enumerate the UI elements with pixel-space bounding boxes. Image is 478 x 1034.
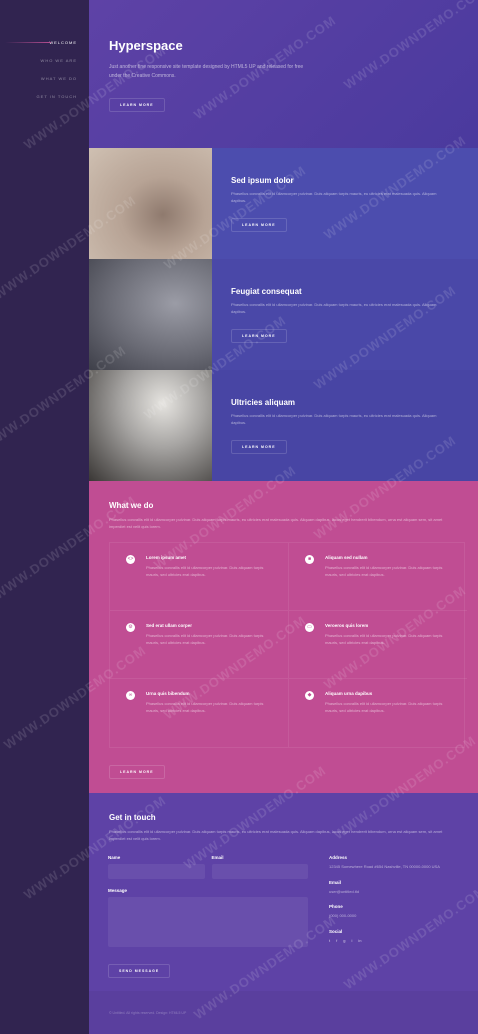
feature-title: Aliquam sed nullam bbox=[325, 555, 368, 560]
feature-text: Phasellus convallis elit id ullamcorper … bbox=[146, 565, 264, 577]
feature-title: Urna quis bibendum bbox=[146, 691, 190, 696]
desktop-icon: ▭ bbox=[305, 623, 314, 632]
address-text: 12345 Somewhere Road #654 Nashville, TN … bbox=[329, 864, 440, 869]
spotlight-learn-more-button[interactable]: Learn more bbox=[231, 329, 287, 343]
feature-title: Aliquam urna dapibus bbox=[325, 691, 373, 696]
sidebar: Welcome Who we are What we do Get in tou… bbox=[0, 0, 89, 1034]
instagram-icon[interactable]: i bbox=[351, 938, 352, 943]
twitter-icon[interactable]: t bbox=[329, 938, 330, 943]
footer: © Untitled. All rights reserved. Design:… bbox=[89, 991, 478, 1034]
footer-copyright: © Untitled. All rights reserved. Design:… bbox=[109, 1011, 187, 1015]
linkedin-icon[interactable]: in bbox=[358, 938, 361, 943]
spotlight-item: Sed ipsum dolor Phasellus convallis elit… bbox=[89, 148, 478, 259]
intro-text: Just another fine responsive site templa… bbox=[109, 64, 304, 79]
spotlight-item: Feugiat consequat Phasellus convallis el… bbox=[89, 259, 478, 370]
email-label: Email bbox=[211, 855, 224, 860]
feature-title: Veroeros quis lorem bbox=[325, 623, 369, 628]
phone-label: Phone bbox=[329, 904, 343, 909]
gem-icon: ◆ bbox=[305, 691, 314, 700]
feature-item: ⚙ Sed erat ullam corper Phasellus conval… bbox=[110, 611, 289, 679]
section-text: Phasellus convallis elit id ullamcorper … bbox=[109, 517, 443, 529]
lock-icon: ■ bbox=[305, 555, 314, 564]
section-title: What we do bbox=[109, 501, 154, 510]
email-info-label: Email bbox=[329, 879, 342, 885]
section-title: Get in touch bbox=[109, 813, 156, 822]
feature-text: Phasellus convallis elit id ullamcorper … bbox=[146, 633, 264, 645]
phone-text: (000) 000-0000 bbox=[329, 913, 357, 918]
spotlight-title: Ultricies aliquam bbox=[231, 398, 296, 407]
github-icon[interactable]: g bbox=[343, 938, 345, 943]
spotlight-title: Feugiat consequat bbox=[231, 287, 302, 296]
code-icon: <> bbox=[126, 555, 135, 564]
feature-title: Sed erat ullam corper bbox=[146, 623, 193, 628]
sidebar-item-welcome[interactable]: Welcome bbox=[4, 40, 77, 45]
feature-item: ■ Aliquam sed nullam Phasellus convallis… bbox=[289, 543, 467, 611]
intro-learn-more-button[interactable]: Learn more bbox=[109, 98, 165, 112]
feature-item: <> Lorem ipsum amet Phasellus convallis … bbox=[110, 543, 289, 611]
email-link[interactable]: user@untitled.tld bbox=[329, 889, 449, 896]
section-text: Phasellus convallis elit id ullamcorper … bbox=[109, 829, 443, 841]
spotlight-learn-more-button[interactable]: Learn more bbox=[231, 440, 287, 454]
name-field[interactable] bbox=[108, 864, 205, 879]
feature-text: Phasellus convallis elit id ullamcorper … bbox=[325, 633, 443, 645]
spotlights-section: Sed ipsum dolor Phasellus convallis elit… bbox=[89, 148, 478, 481]
feature-item: ▭ Veroeros quis lorem Phasellus convalli… bbox=[289, 611, 467, 679]
social-links: t f g i in bbox=[329, 938, 449, 943]
address-label: Address bbox=[329, 855, 348, 860]
main-content: Hyperspace Just another fine responsive … bbox=[89, 0, 478, 1034]
message-label: Message bbox=[108, 888, 128, 893]
feature-text: Phasellus convallis elit id ullamcorper … bbox=[146, 701, 264, 713]
spotlight-text: Phasellus convallis elit id ullamcorper … bbox=[231, 302, 437, 314]
feature-text: Phasellus convallis elit id ullamcorper … bbox=[325, 565, 443, 577]
what-we-do-learn-more-button[interactable]: Learn more bbox=[109, 765, 165, 779]
sidebar-nav: Welcome Who we are What we do Get in tou… bbox=[4, 40, 77, 112]
link-icon: ∞ bbox=[126, 691, 135, 700]
spotlight-text: Phasellus convallis elit id ullamcorper … bbox=[231, 413, 437, 425]
spotlight-image[interactable] bbox=[89, 370, 212, 481]
social-label: Social bbox=[329, 928, 343, 934]
feature-text: Phasellus convallis elit id ullamcorper … bbox=[325, 701, 443, 713]
contact-form: Name Email Message Send Message bbox=[108, 855, 308, 978]
spotlight-image[interactable] bbox=[89, 148, 212, 259]
spotlight-learn-more-button[interactable]: Learn more bbox=[231, 218, 287, 232]
email-field[interactable] bbox=[211, 864, 308, 879]
name-label: Name bbox=[108, 855, 121, 860]
sidebar-item-get-in-touch[interactable]: Get in touch bbox=[37, 94, 77, 99]
contact-section: Get in touch Phasellus convallis elit id… bbox=[89, 793, 478, 991]
feature-item: ◆ Aliquam urna dapibus Phasellus convall… bbox=[289, 679, 467, 747]
cog-icon: ⚙ bbox=[126, 623, 135, 632]
spotlight-title: Sed ipsum dolor bbox=[231, 176, 294, 185]
contact-info: Address 12345 Somewhere Road #654 Nashvi… bbox=[329, 855, 449, 943]
sidebar-item-who-we-are[interactable]: Who we are bbox=[37, 58, 77, 63]
sidebar-item-what-we-do[interactable]: What we do bbox=[37, 76, 77, 81]
features-grid: <> Lorem ipsum amet Phasellus convallis … bbox=[109, 542, 467, 748]
facebook-icon[interactable]: f bbox=[336, 938, 337, 943]
what-we-do-section: What we do Phasellus convallis elit id u… bbox=[89, 481, 478, 793]
spotlight-item: Ultricies aliquam Phasellus convallis el… bbox=[89, 370, 478, 481]
feature-title: Lorem ipsum amet bbox=[146, 555, 187, 560]
page-title: Hyperspace bbox=[109, 38, 183, 53]
spotlight-image[interactable] bbox=[89, 259, 212, 370]
message-field[interactable] bbox=[108, 897, 308, 947]
spotlight-text: Phasellus convallis elit id ullamcorper … bbox=[231, 191, 437, 203]
feature-item: ∞ Urna quis bibendum Phasellus convallis… bbox=[110, 679, 289, 747]
intro-section: Hyperspace Just another fine responsive … bbox=[89, 0, 478, 148]
send-message-button[interactable]: Send Message bbox=[108, 964, 171, 978]
